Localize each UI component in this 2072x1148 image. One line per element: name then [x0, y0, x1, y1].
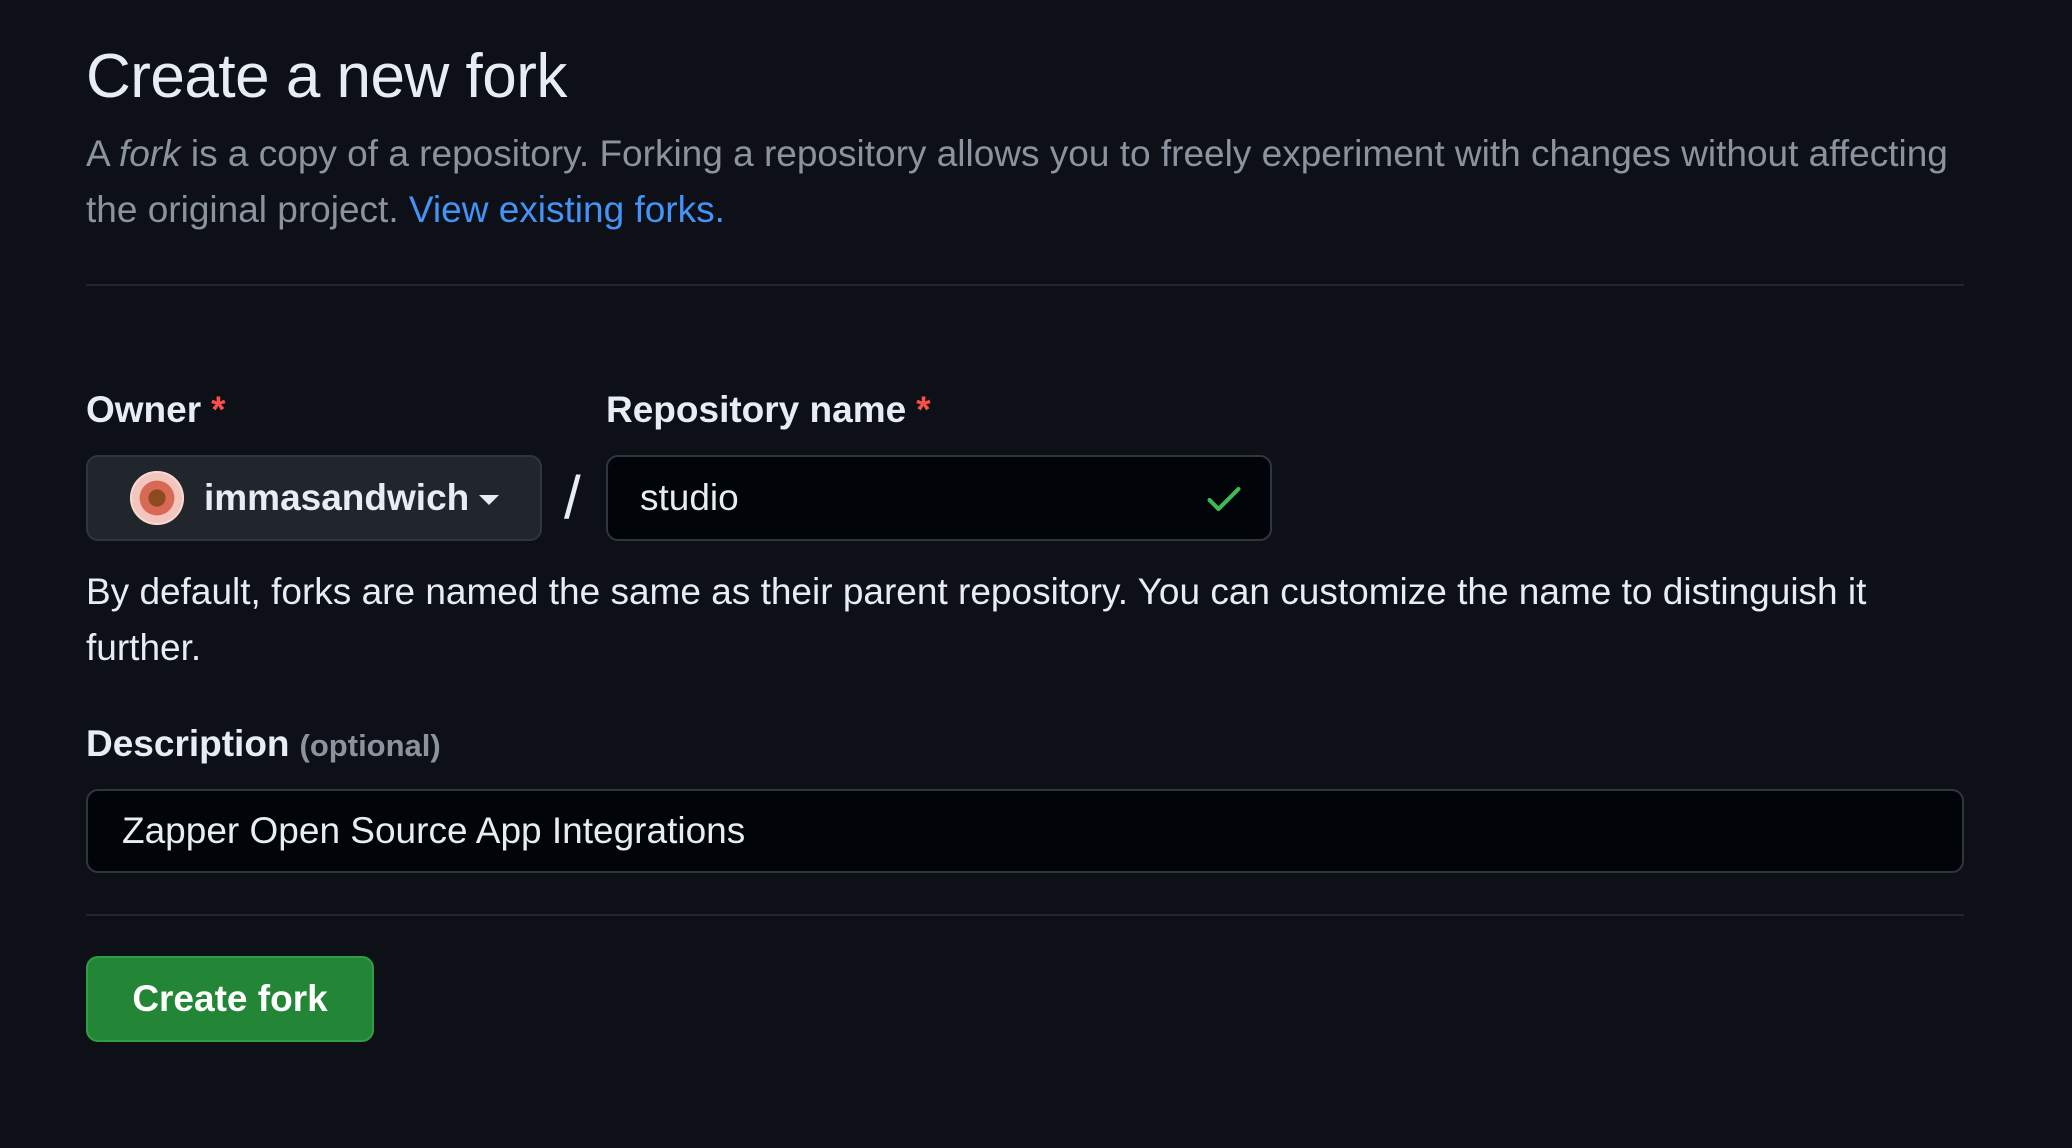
owner-label-text: Owner [86, 389, 202, 430]
owner-select-button[interactable]: immasandwich [86, 455, 542, 541]
owner-label: Owner * [86, 388, 226, 432]
description-input[interactable]: Zapper Open Source App Integrations [86, 789, 1964, 873]
view-existing-forks-link[interactable]: View existing forks. [409, 189, 725, 230]
page-subtitle: A fork is a copy of a repository. Forkin… [86, 126, 1964, 238]
repo-name-hint: By default, forks are named the same as … [86, 571, 1867, 668]
owner-avatar [130, 471, 184, 525]
repository-name-input[interactable]: studio [606, 455, 1272, 541]
description-label: Description (optional) [86, 722, 441, 768]
owner-required-marker: * [211, 389, 226, 430]
owner-repo-separator: / [564, 464, 581, 531]
subtitle-prefix: A [86, 133, 119, 174]
repo-name-required-marker: * [916, 389, 931, 430]
repo-name-label: Repository name * [606, 388, 931, 432]
repository-name-value: studio [640, 477, 739, 518]
description-optional-note: (optional) [299, 728, 441, 763]
header-divider [86, 284, 1964, 286]
repo-name-label-text: Repository name [606, 389, 907, 430]
create-fork-button[interactable]: Create fork [86, 956, 374, 1042]
description-label-text: Description [86, 723, 290, 764]
form-divider [86, 914, 1964, 916]
subtitle-text: is a copy of a repository. Forking a rep… [86, 133, 1948, 230]
owner-name: immasandwich [204, 477, 470, 518]
page-title: Create a new fork [86, 42, 567, 111]
description-value: Zapper Open Source App Integrations [122, 810, 746, 851]
subtitle-emphasis: fork [118, 133, 181, 174]
chevron-down-icon [479, 495, 500, 505]
check-icon [1207, 487, 1241, 512]
